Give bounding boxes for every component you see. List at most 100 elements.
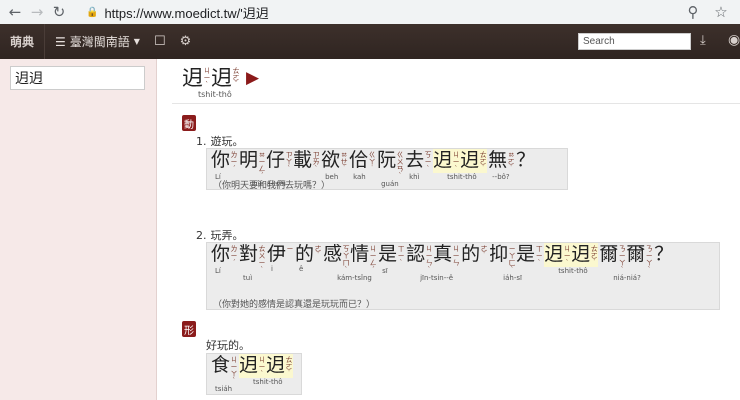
word-romanization: --bô? <box>492 173 510 181</box>
query-input[interactable] <box>10 66 145 90</box>
hanzi: 爾 <box>599 243 619 265</box>
example-box: 食ㄐㄧㄚˋ tsiáh 迌ㄐㄧˋ 迌ㄊㄛ˙ tshit-thô <box>206 353 302 395</box>
bookmark-icon[interactable]: ☐ <box>154 34 166 49</box>
example-word[interactable]: 感ㄎㄚㄇˋ 情ㄐㄧㄥˊ kám-tsîng <box>323 243 377 282</box>
hanzi: 仔 <box>266 149 286 171</box>
play-icon[interactable]: ▶ <box>246 65 259 91</box>
hanzi: 去 <box>405 149 425 171</box>
word-chars: 明ㆅㄧㄥˊ 仔ㄗㄚˋ 載ㄗㄞˋ <box>239 149 320 180</box>
example-word[interactable]: 無ㆅㄛ˙ --bô? <box>488 149 515 181</box>
example-word[interactable]: 食ㄐㄧㄚˋ tsiáh <box>211 354 238 393</box>
zhuyin: ㄐㄧˋ <box>203 67 211 89</box>
word-chars: 你ㄌㄧˊ <box>211 243 238 267</box>
hanzi: 食 <box>211 354 231 376</box>
example-sentence: 食ㄐㄧㄚˋ tsiáh 迌ㄐㄧˋ 迌ㄊㄛ˙ tshit-thô <box>207 354 294 393</box>
zhuyin: ㄎㄚㄇˋ <box>342 245 350 274</box>
entry-heading: 迌 ㄐㄧˋ 迌 ㄊㄛ˙ ▶ <box>182 65 259 91</box>
zhuyin: ㄜ˙ <box>480 245 488 260</box>
zoom-icon[interactable]: ⚲ <box>682 1 704 23</box>
example-word[interactable]: 是ㄒㄧˋ sī <box>378 243 405 275</box>
star-icon[interactable]: ☆ <box>710 1 732 23</box>
site-logo[interactable]: 萌典 <box>10 33 34 50</box>
word-romanization: kah <box>353 173 366 181</box>
word-chars: 對ㄊㄨㄧˋ <box>239 243 266 274</box>
app-toolbar: 萌典 ☰ 臺灣閩南語 ▼ ☐ ⚙ ⤓ ◉ <box>0 24 740 59</box>
example-word[interactable]: 的ㄜ˙ ê <box>295 243 322 273</box>
word-chars: 無ㆅㄛ˙ <box>488 149 515 173</box>
zhuyin: ㄧㄚㄈˋ <box>508 245 516 274</box>
highlighted-word[interactable]: 迌ㄐㄧˋ 迌ㄊㄛ˙ tshit-thô <box>544 243 599 275</box>
word-romanization: i <box>271 265 273 273</box>
example-translation: （你對她的感情是認真還是玩玩而已？） <box>213 300 376 310</box>
divider <box>172 103 740 104</box>
back-arrow-icon[interactable]: ← <box>4 1 26 23</box>
forward-arrow-icon[interactable]: → <box>26 1 48 23</box>
zhuyin: ㄎㄧˋ <box>424 151 432 173</box>
example-word[interactable]: 去ㄎㄧˋ khì <box>405 149 432 181</box>
example-word[interactable]: 你ㄌㄧˊ Lí <box>211 149 238 181</box>
search-input[interactable] <box>578 33 691 50</box>
word-chars: 認ㄐㄧㄣˋ 真ㄐㄧㄣ <box>406 243 460 274</box>
word-chars: 爾ㄋㄧㄚˋ 爾ㄋㄧㄚˋ <box>599 243 653 274</box>
word-romanization: kám-tsîng <box>337 274 372 282</box>
example-word[interactable]: 欲ㆅㄝ˙ beh <box>321 149 348 181</box>
android-icon[interactable]: ◉ <box>728 32 740 48</box>
zhuyin: ㄐㄧㄣˋ <box>425 245 433 274</box>
word-romanization: Lí <box>215 267 221 275</box>
example-word[interactable]: 佮ㄍㄚ˙ kah <box>349 149 376 181</box>
word-romanization: tshit-thô <box>447 173 477 181</box>
word-romanization: guán <box>381 180 399 188</box>
word-chars: 去ㄎㄧˋ <box>405 149 432 173</box>
example-sentence: 你ㄌㄧˊ Lí 對ㄊㄨㄧˋ tuì 伊ㄧ i 的ㄜ˙ ê 感ㄎㄚㄇˋ 情ㄐㄧㄥˊ kám-tsîng… <box>207 243 676 282</box>
zhuyin: ㄗㄞˋ <box>312 151 320 173</box>
download-icon[interactable]: ⤓ <box>700 33 706 48</box>
zhuyin: ㄗㄚˋ <box>285 151 293 173</box>
example-word[interactable]: 你ㄌㄧˊ Lí <box>211 243 238 275</box>
definition-number: 1. <box>196 135 207 148</box>
zhuyin: ㄊㄨㄧˋ <box>258 245 266 274</box>
reload-icon[interactable]: ↻ <box>48 1 70 23</box>
hanzi: 你 <box>211 149 231 171</box>
part-of-speech-badge: 動 <box>182 115 196 131</box>
zhuyin: ㄋㄧㄚˋ <box>618 245 626 274</box>
zhuyin: ㄌㄧˊ <box>230 151 238 173</box>
zhuyin: ㄐㄧˋ <box>452 151 460 173</box>
zhuyin: ㄊㄛ˙ <box>590 245 598 267</box>
gears-icon[interactable]: ⚙ <box>180 34 192 49</box>
word-chars: 的ㄜ˙ <box>461 243 488 265</box>
hanzi: 迌 <box>460 149 480 171</box>
example-box: 你ㄌㄧˊ Lí 明ㆅㄧㄥˊ 仔ㄗㄚˋ 載ㄗㄞˋ bîn-á-tsài 欲ㆅㄝ˙ beh 佮ㄍㄚ˙… <box>206 148 568 191</box>
hanzi: 抑 <box>489 243 509 265</box>
example-box: 你ㄌㄧˊ Lí 對ㄊㄨㄧˋ tuì 伊ㄧ i 的ㄜ˙ ê 感ㄎㄚㄇˋ 情ㄐㄧㄥˊ kám-tsîng… <box>206 242 720 310</box>
zhuyin: ㄐㄧㄣ <box>452 245 460 267</box>
hanzi: 欲 <box>321 149 341 171</box>
language-dropdown[interactable]: ☰ 臺灣閩南語 ▼ <box>55 33 140 50</box>
hanzi: 對 <box>239 243 259 265</box>
hanzi: 明 <box>239 149 259 171</box>
word-romanization: tshit-thô <box>558 267 588 275</box>
address-bar[interactable]: https://www.moedict.tw/'迌迌 <box>104 3 268 22</box>
hanzi: 的 <box>295 243 315 265</box>
zhuyin: ㆅㄧㄥˊ <box>258 151 266 180</box>
example-word[interactable]: 的ㄜ˙ <box>461 243 488 265</box>
highlighted-word[interactable]: 迌ㄐㄧˋ 迌ㄊㄛ˙ tshit-thô <box>239 354 294 386</box>
example-word[interactable]: 阮ㄍㄨㄢˋ guán <box>377 149 404 188</box>
highlighted-word[interactable]: 迌ㄐㄧˋ 迌ㄊㄛ˙ tshit-thô <box>433 149 488 181</box>
word-chars: 欲ㆅㄝ˙ <box>321 149 348 173</box>
definition-number: 2. <box>196 229 207 242</box>
example-word[interactable]: 爾ㄋㄧㄚˋ 爾ㄋㄧㄚˋ niá-niá? <box>599 243 653 282</box>
zhuyin: ㄍㄚ˙ <box>368 151 376 173</box>
example-word[interactable]: 抑ㄧㄚㄈˋ 是ㄒㄧˋ iáh-sī <box>489 243 543 282</box>
word-chars: 食ㄐㄧㄚˋ <box>211 354 238 385</box>
hanzi: 迌 <box>571 243 591 265</box>
example-word[interactable]: 伊ㄧi <box>267 243 294 273</box>
hanzi: 感 <box>323 243 343 265</box>
hanzi: 佮 <box>349 149 369 171</box>
hanzi: 的 <box>461 243 481 265</box>
example-word[interactable]: 認ㄐㄧㄣˋ 真ㄐㄧㄣ jīn-tsin--ê <box>406 243 460 282</box>
zhuyin: ㄜ˙ <box>314 245 322 260</box>
hanzi: 載 <box>293 149 313 171</box>
hanzi: 阮 <box>377 149 397 171</box>
word-chars: 伊ㄧ <box>267 243 294 265</box>
example-word[interactable]: 對ㄊㄨㄧˋ tuì <box>239 243 266 282</box>
